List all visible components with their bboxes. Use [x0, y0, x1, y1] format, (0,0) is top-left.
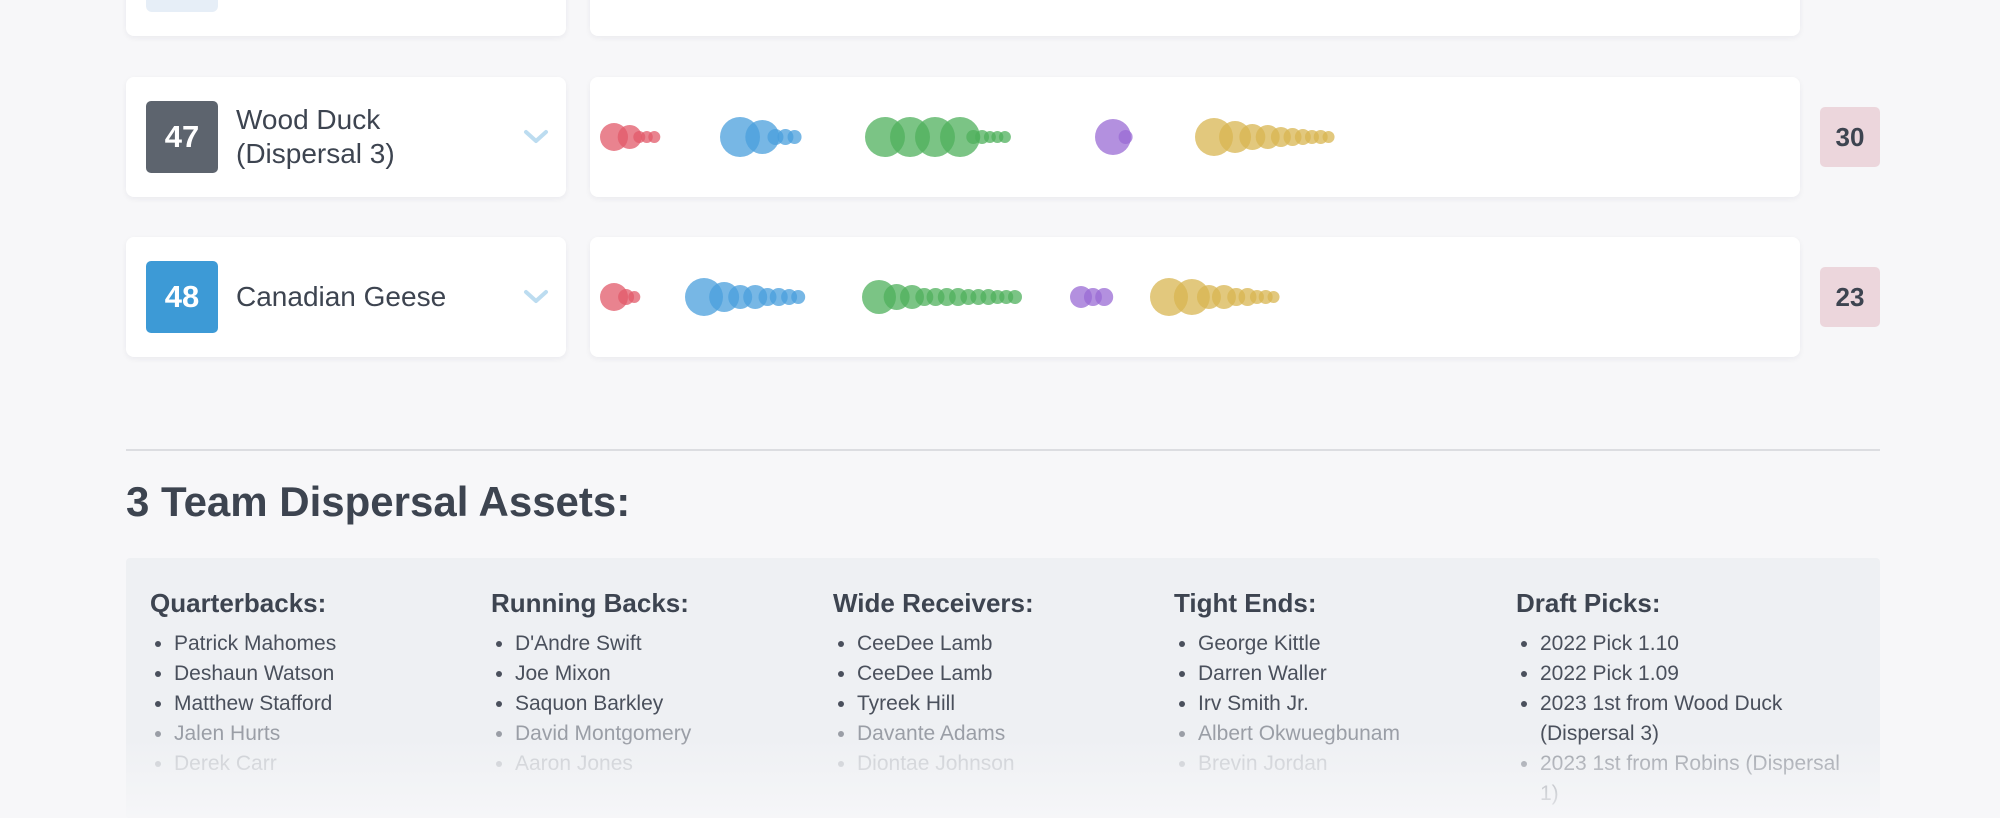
rank-badge: 47 — [146, 101, 218, 173]
previous-team-card — [126, 0, 566, 36]
previous-bubble-card — [590, 0, 1800, 36]
asset-item: Aaron Jones — [515, 749, 821, 779]
asset-item: Davante Adams — [857, 719, 1163, 749]
asset-bubble[interactable] — [787, 130, 802, 144]
asset-bubble[interactable] — [1267, 291, 1280, 303]
asset-item: Tyreek Hill — [857, 689, 1163, 719]
asset-bubble-chart — [590, 237, 1800, 357]
column-heading: Quarterbacks: — [150, 588, 327, 618]
asset-list: 2022 Pick 1.102022 Pick 1.092023 1st fro… — [1516, 629, 1846, 809]
asset-item: Derek Carr — [174, 749, 480, 779]
asset-item: 2023 1st from Robins (Dispersal 1) — [1540, 749, 1846, 809]
asset-column-qb: Quarterbacks: Patrick MahomesDeshaun Wat… — [150, 588, 480, 779]
asset-item: Joe Mixon — [515, 659, 821, 689]
team-card[interactable]: 47 Wood Duck (Dispersal 3) — [126, 77, 566, 197]
asset-item: 2023 1st from Wood Duck (Dispersal 3) — [1540, 689, 1846, 749]
asset-item: Darren Waller — [1198, 659, 1504, 689]
chevron-down-icon[interactable] — [520, 281, 552, 313]
asset-item: CeeDee Lamb — [857, 629, 1163, 659]
asset-item: Irv Smith Jr. — [1198, 689, 1504, 719]
asset-item: Jalen Hurts — [174, 719, 480, 749]
bubble-group-qb — [600, 283, 641, 311]
asset-column-picks: Draft Picks: 2022 Pick 1.102022 Pick 1.0… — [1516, 588, 1846, 809]
dispersal-assets-panel: Quarterbacks: Patrick MahomesDeshaun Wat… — [126, 558, 1880, 818]
asset-bubble[interactable] — [648, 131, 661, 143]
asset-item: 2022 Pick 1.09 — [1540, 659, 1846, 689]
asset-bubble-chart — [590, 77, 1800, 197]
bubble-group-rb — [685, 278, 806, 316]
asset-item: Albert Okwuegbunam — [1198, 719, 1504, 749]
column-heading: Wide Receivers: — [833, 588, 1034, 618]
asset-column-wr: Wide Receivers: CeeDee LambCeeDee LambTy… — [833, 588, 1163, 779]
asset-list: D'Andre SwiftJoe MixonSaquon BarkleyDavi… — [491, 629, 821, 779]
team-name: Canadian Geese — [236, 281, 447, 312]
asset-bubble[interactable] — [998, 131, 1011, 143]
score-badge: 30 — [1820, 107, 1880, 167]
asset-bubble[interactable] — [1008, 290, 1022, 304]
asset-bubble[interactable] — [791, 290, 806, 304]
bubble-group-wr — [862, 280, 1022, 314]
bubble-group-pick — [1195, 118, 1335, 156]
asset-item: Saquon Barkley — [515, 689, 821, 719]
bubble-group-wr — [865, 117, 1011, 157]
column-heading: Draft Picks: — [1516, 588, 1661, 618]
bubble-group-pick — [1150, 278, 1280, 316]
asset-item: 2022 Pick 1.10 — [1540, 629, 1846, 659]
asset-column-rb: Running Backs: D'Andre SwiftJoe MixonSaq… — [491, 588, 821, 779]
team-card[interactable]: 48 Canadian Geese — [126, 237, 566, 357]
asset-item: CeeDee Lamb — [857, 659, 1163, 689]
bubble-svg — [600, 117, 1335, 157]
column-heading: Tight Ends: — [1174, 588, 1317, 618]
asset-item: Diontae Johnson — [857, 749, 1163, 779]
bubble-svg — [600, 278, 1280, 316]
asset-bubble[interactable] — [1095, 288, 1114, 306]
bubble-group-rb — [720, 117, 802, 157]
team-name: Wood Duck (Dispersal 3) — [236, 104, 395, 169]
asset-bubble[interactable] — [628, 291, 641, 303]
previous-rank-badge — [146, 0, 218, 12]
asset-item: D'Andre Swift — [515, 629, 821, 659]
asset-item: Deshaun Watson — [174, 659, 480, 689]
bubble-group-te — [1095, 119, 1133, 155]
asset-item: Patrick Mahomes — [174, 629, 480, 659]
rank-badge: 48 — [146, 261, 218, 333]
score-badge: 23 — [1820, 267, 1880, 327]
asset-item: Matthew Stafford — [174, 689, 480, 719]
asset-bubble[interactable] — [1118, 130, 1133, 144]
section-title: 3 Team Dispersal Assets: — [126, 478, 631, 525]
asset-item: Brevin Jordan — [1198, 749, 1504, 779]
section-divider — [126, 449, 1880, 451]
asset-column-te: Tight Ends: George KittleDarren WallerIr… — [1174, 588, 1504, 779]
asset-item: David Montgomery — [515, 719, 821, 749]
asset-list: George KittleDarren WallerIrv Smith Jr.A… — [1174, 629, 1504, 779]
asset-list: CeeDee LambCeeDee LambTyreek HillDavante… — [833, 629, 1163, 779]
bubble-group-qb — [600, 123, 661, 151]
asset-item: George Kittle — [1198, 629, 1504, 659]
column-heading: Running Backs: — [491, 588, 689, 618]
asset-bubble[interactable] — [1322, 131, 1335, 143]
chevron-down-icon[interactable] — [520, 121, 552, 153]
bubble-group-te — [1070, 286, 1114, 308]
asset-list: Patrick MahomesDeshaun WatsonMatthew Sta… — [150, 629, 480, 779]
